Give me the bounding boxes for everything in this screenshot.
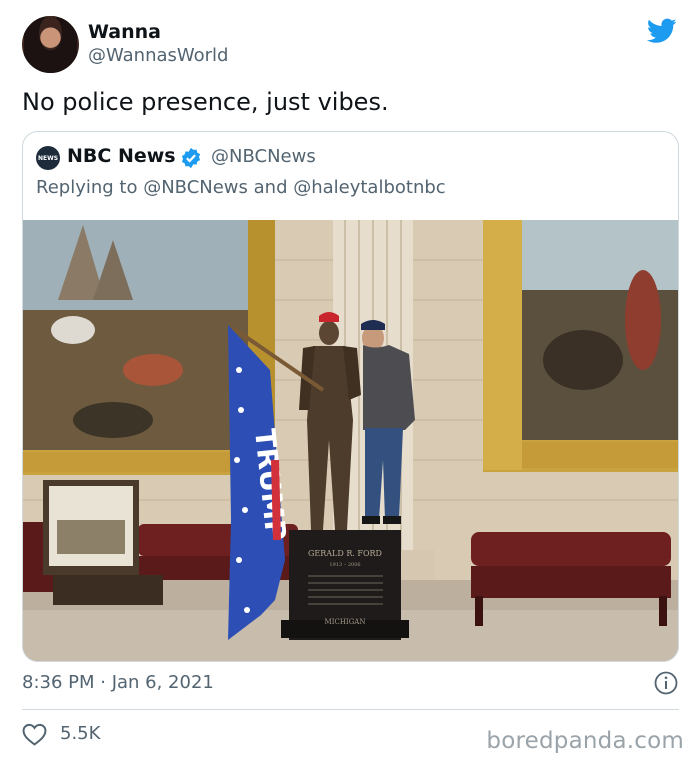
twitter-bird-icon[interactable] xyxy=(647,18,677,44)
watermark: boredpanda.com xyxy=(486,728,684,754)
replying-to[interactable]: Replying to @NBCNews and @haleytalbotnbc xyxy=(36,177,446,198)
verified-badge-icon xyxy=(181,147,201,169)
tweet-text: No police presence, just vibes. xyxy=(22,88,389,116)
quoted-tweet[interactable]: NEWS NBC News @NBCNews Replying to @NBCN… xyxy=(22,131,679,662)
pedestal-name: GERALD R. FORD xyxy=(308,549,382,558)
quoted-author-name[interactable]: NBC News xyxy=(67,145,176,167)
pedestal-years: 1913 – 2006 xyxy=(329,562,360,568)
info-icon[interactable] xyxy=(654,671,678,695)
author-avatar[interactable] xyxy=(22,16,79,73)
nbc-news-logo: NEWS xyxy=(36,146,60,170)
heart-icon[interactable] xyxy=(22,723,47,746)
author-name[interactable]: Wanna xyxy=(88,21,161,43)
quoted-author-handle[interactable]: @NBCNews xyxy=(211,146,316,167)
like-count[interactable]: 5.5K xyxy=(60,723,100,744)
pedestal-state: MICHIGAN xyxy=(325,618,366,626)
tweet-photo[interactable]: GERALD R. FORD 1913 – 2006 MICHIGAN TRUM… xyxy=(23,220,678,661)
footer-divider xyxy=(22,709,679,710)
tweet-timestamp[interactable]: 8:36 PM · Jan 6, 2021 xyxy=(22,672,214,693)
author-handle[interactable]: @WannasWorld xyxy=(88,45,228,66)
photo-scene: GERALD R. FORD 1913 – 2006 MICHIGAN TRUM… xyxy=(23,220,678,661)
tweet-card: Wanna @WannasWorld No police presence, j… xyxy=(0,0,700,762)
